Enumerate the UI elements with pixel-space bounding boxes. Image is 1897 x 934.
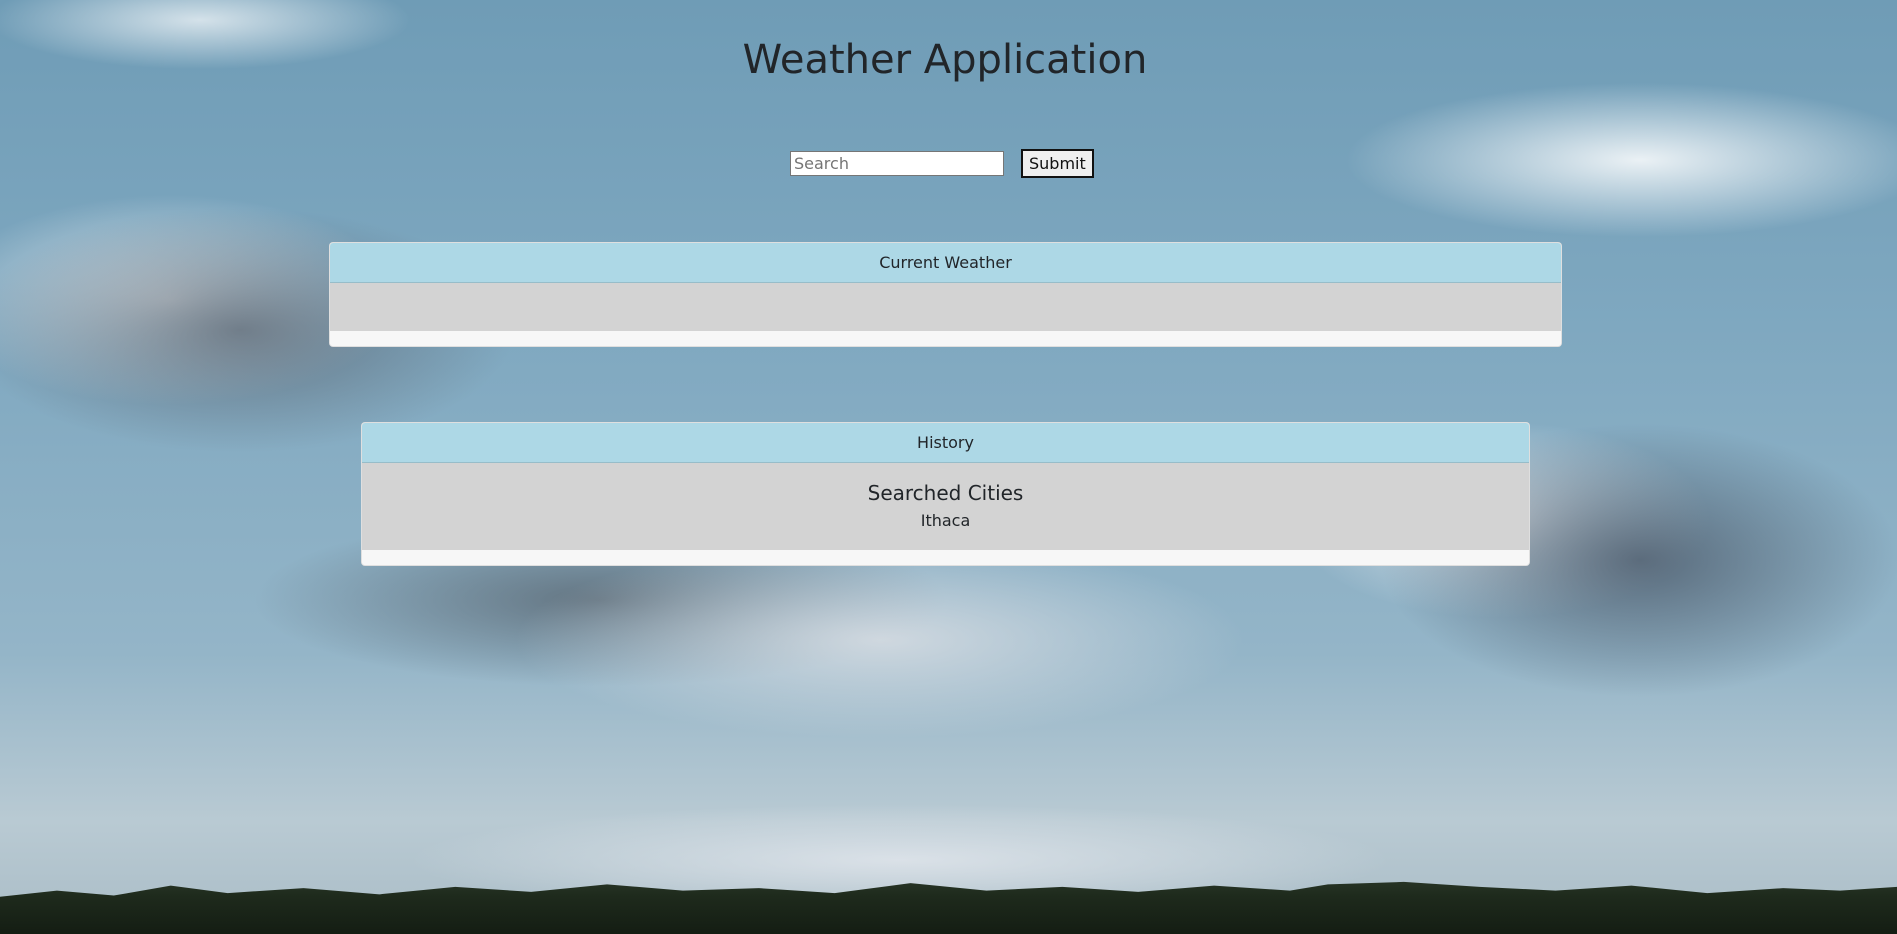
search-input[interactable]	[790, 151, 1004, 176]
history-city-item[interactable]: Ithaca	[362, 511, 1529, 531]
history-body: Searched Cities Ithaca	[362, 463, 1529, 550]
current-weather-footer	[330, 331, 1561, 346]
history-header: History	[362, 423, 1529, 463]
current-weather-header: Current Weather	[330, 243, 1561, 283]
treeline	[0, 881, 1897, 934]
current-weather-card: Current Weather	[329, 242, 1562, 347]
submit-button[interactable]: Submit	[1021, 149, 1094, 178]
current-weather-body	[330, 283, 1561, 331]
search-form: Submit	[790, 149, 1094, 178]
history-footer	[362, 550, 1529, 565]
history-card: History Searched Cities Ithaca	[361, 422, 1530, 566]
page-title: Weather Application	[742, 37, 1148, 83]
searched-cities-heading: Searched Cities	[867, 481, 1024, 505]
